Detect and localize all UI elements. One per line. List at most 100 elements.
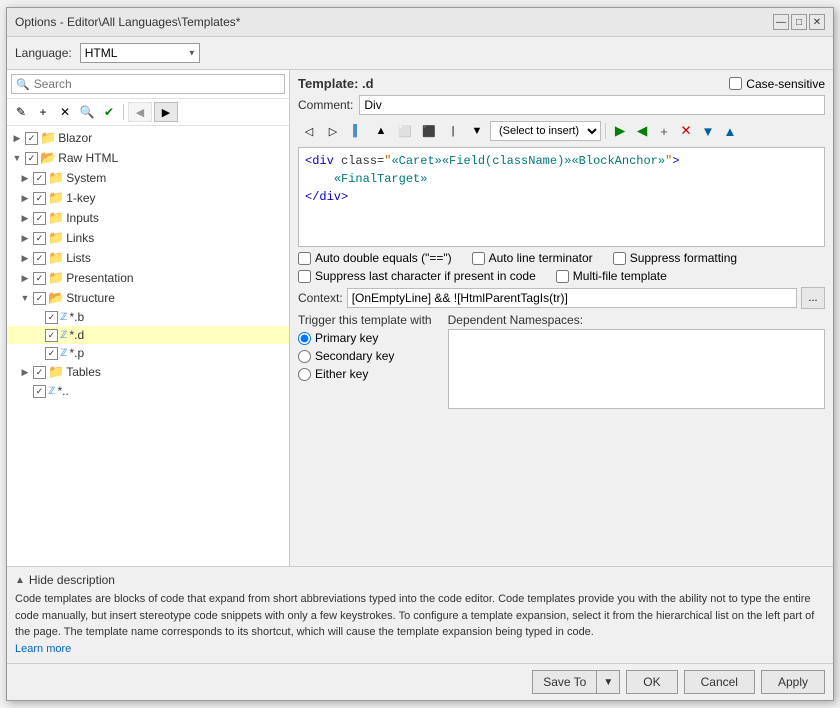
label-tmpl-p: *.p	[69, 346, 84, 360]
tree-item-presentation[interactable]: ▶ 📁 Presentation	[7, 268, 289, 288]
checkbox-1key[interactable]	[33, 192, 46, 205]
tree-item-blazor[interactable]: ▶ 📁 Blazor	[7, 128, 289, 148]
description-toggle[interactable]: ▲ Hide description	[15, 573, 825, 587]
checkbox-tmpl-root[interactable]	[33, 385, 46, 398]
learn-more-link[interactable]: Learn more	[15, 643, 71, 655]
radio-primary-key[interactable]: Primary key	[298, 331, 432, 345]
action-btn-arrow-down[interactable]: ▼	[698, 121, 718, 141]
radio-either-key-input[interactable]	[298, 368, 311, 381]
editor-btn-rect1[interactable]: ⬜	[394, 121, 416, 141]
tree-item-system[interactable]: ▶ 📁 System	[7, 168, 289, 188]
checkbox-suppress-last-char[interactable]	[298, 270, 311, 283]
context-label: Context:	[298, 291, 343, 305]
checkbox-multi-file[interactable]	[556, 270, 569, 283]
expand-arrow-1key: ▶	[19, 193, 31, 204]
language-bar: Language: HTML CSS JavaScript ▼	[7, 37, 833, 70]
trigger-left: Trigger this template with Primary key S…	[298, 313, 432, 409]
remove-template-button[interactable]: ✕	[55, 102, 75, 122]
radio-primary-key-input[interactable]	[298, 332, 311, 345]
maximize-button[interactable]: □	[791, 14, 807, 30]
radio-secondary-key[interactable]: Secondary key	[298, 349, 432, 363]
tree-item-links[interactable]: ▶ 📁 Links	[7, 228, 289, 248]
checkbox-tmpl-d[interactable]	[45, 329, 58, 342]
option-suppress-last-char[interactable]: Suppress last character if present in co…	[298, 269, 536, 283]
option-multi-file[interactable]: Multi-file template	[556, 269, 667, 283]
checkbox-auto-double-equals[interactable]	[298, 252, 311, 265]
add-template-button[interactable]: +	[33, 102, 53, 122]
tree-item-raw-html[interactable]: ▼ 📂 Raw HTML	[7, 148, 289, 168]
checkbox-blazor[interactable]	[25, 132, 38, 145]
checkbox-inputs[interactable]	[33, 212, 46, 225]
action-btn-green-play[interactable]: ▶	[610, 121, 630, 141]
editor-toolbar: ◁ ▷ ▌ ▲ ⬜ ⬛ | ▼ (Select to insert) $END$…	[298, 119, 825, 143]
checkbox-lists[interactable]	[33, 252, 46, 265]
comment-input[interactable]	[359, 95, 825, 115]
checkbox-links[interactable]	[33, 232, 46, 245]
description-section: ▲ Hide description Code templates are bl…	[7, 566, 833, 663]
checkbox-system[interactable]	[33, 172, 46, 185]
search-input[interactable]	[34, 77, 280, 91]
tree-item-tmpl-p[interactable]: ℤ *.p	[7, 344, 289, 362]
option-auto-line-terminator[interactable]: Auto line terminator	[472, 251, 593, 265]
radio-either-key[interactable]: Either key	[298, 367, 432, 381]
tree-item-tmpl-b[interactable]: ℤ *.b	[7, 308, 289, 326]
option-auto-double-equals-label: Auto double equals ("==")	[315, 251, 452, 265]
insert-select[interactable]: (Select to insert) $END$ $SELECTION$	[490, 121, 601, 141]
editor-btn-up[interactable]: ▲	[370, 121, 392, 141]
expand-arrow-presentation: ▶	[19, 273, 31, 284]
ok-button[interactable]: OK	[626, 670, 677, 694]
action-btn-arrow-up[interactable]: ▲	[720, 121, 740, 141]
code-editor[interactable]: <div class="«Caret»«Field(className)»«Bl…	[298, 147, 825, 247]
action-btn-add[interactable]: +	[654, 121, 674, 141]
checkbox-structure[interactable]	[33, 292, 46, 305]
tree-item-lists[interactable]: ▶ 📁 Lists	[7, 248, 289, 268]
context-input[interactable]	[347, 288, 797, 308]
save-to-button[interactable]: Save To	[532, 670, 596, 694]
context-more-button[interactable]: ...	[801, 287, 825, 309]
tree-item-inputs[interactable]: ▶ 📁 Inputs	[7, 208, 289, 228]
nav-next-button[interactable]: ▶	[154, 102, 178, 122]
option-suppress-formatting[interactable]: Suppress formatting	[613, 251, 737, 265]
language-select-wrapper[interactable]: HTML CSS JavaScript ▼	[80, 43, 200, 63]
find-button[interactable]: 🔍	[77, 102, 97, 122]
expand-arrow-blazor: ▶	[11, 133, 23, 144]
options-dialog: Options - Editor\All Languages\Templates…	[6, 7, 834, 701]
radio-secondary-key-input[interactable]	[298, 350, 311, 363]
tree-item-tmpl-root[interactable]: ℤ *..	[7, 382, 289, 400]
editor-btn-indent-less[interactable]: ◁	[298, 121, 320, 141]
expand-arrow-inputs: ▶	[19, 213, 31, 224]
checkbox-tables[interactable]	[33, 366, 46, 379]
checkbox-tmpl-p[interactable]	[45, 347, 58, 360]
insert-select-wrapper: (Select to insert) $END$ $SELECTION$	[490, 121, 601, 141]
editor-btn-rect2[interactable]: ⬛	[418, 121, 440, 141]
checkbox-presentation[interactable]	[33, 272, 46, 285]
checkbox-tmpl-b[interactable]	[45, 311, 58, 324]
editor-btn-blue-rect[interactable]: ▌	[346, 121, 368, 141]
tree-item-1key[interactable]: ▶ 📁 1-key	[7, 188, 289, 208]
language-select[interactable]: HTML CSS JavaScript	[80, 43, 200, 63]
save-to-dropdown-button[interactable]: ▼	[596, 670, 620, 694]
apply-button[interactable]: Apply	[761, 670, 825, 694]
nav-prev-button[interactable]: ◀	[128, 102, 152, 122]
tree-item-tables[interactable]: ▶ 📁 Tables	[7, 362, 289, 382]
checkbox-raw-html[interactable]	[25, 152, 38, 165]
close-button[interactable]: ✕	[809, 14, 825, 30]
expand-arrow-links: ▶	[19, 233, 31, 244]
tree-item-tmpl-d[interactable]: ℤ *.d	[7, 326, 289, 344]
case-sensitive-checkbox[interactable]	[729, 77, 742, 90]
editor-btn-indent-more[interactable]: ▷	[322, 121, 344, 141]
edit-template-button[interactable]: ✎	[11, 102, 31, 122]
template-title: Template: .d	[298, 76, 374, 91]
dependent-ns-box[interactable]	[448, 329, 825, 409]
cancel-button[interactable]: Cancel	[684, 670, 755, 694]
editor-btn-cursor[interactable]: |	[442, 121, 464, 141]
minimize-button[interactable]: —	[773, 14, 789, 30]
option-auto-double-equals[interactable]: Auto double equals ("==")	[298, 251, 452, 265]
check-button[interactable]: ✔	[99, 102, 119, 122]
tree-item-structure[interactable]: ▼ 📂 Structure	[7, 288, 289, 308]
action-btn-green-back[interactable]: ◀	[632, 121, 652, 141]
editor-btn-down[interactable]: ▼	[466, 121, 488, 141]
checkbox-auto-line-terminator[interactable]	[472, 252, 485, 265]
checkbox-suppress-formatting[interactable]	[613, 252, 626, 265]
action-btn-remove[interactable]: ✕	[676, 121, 696, 141]
